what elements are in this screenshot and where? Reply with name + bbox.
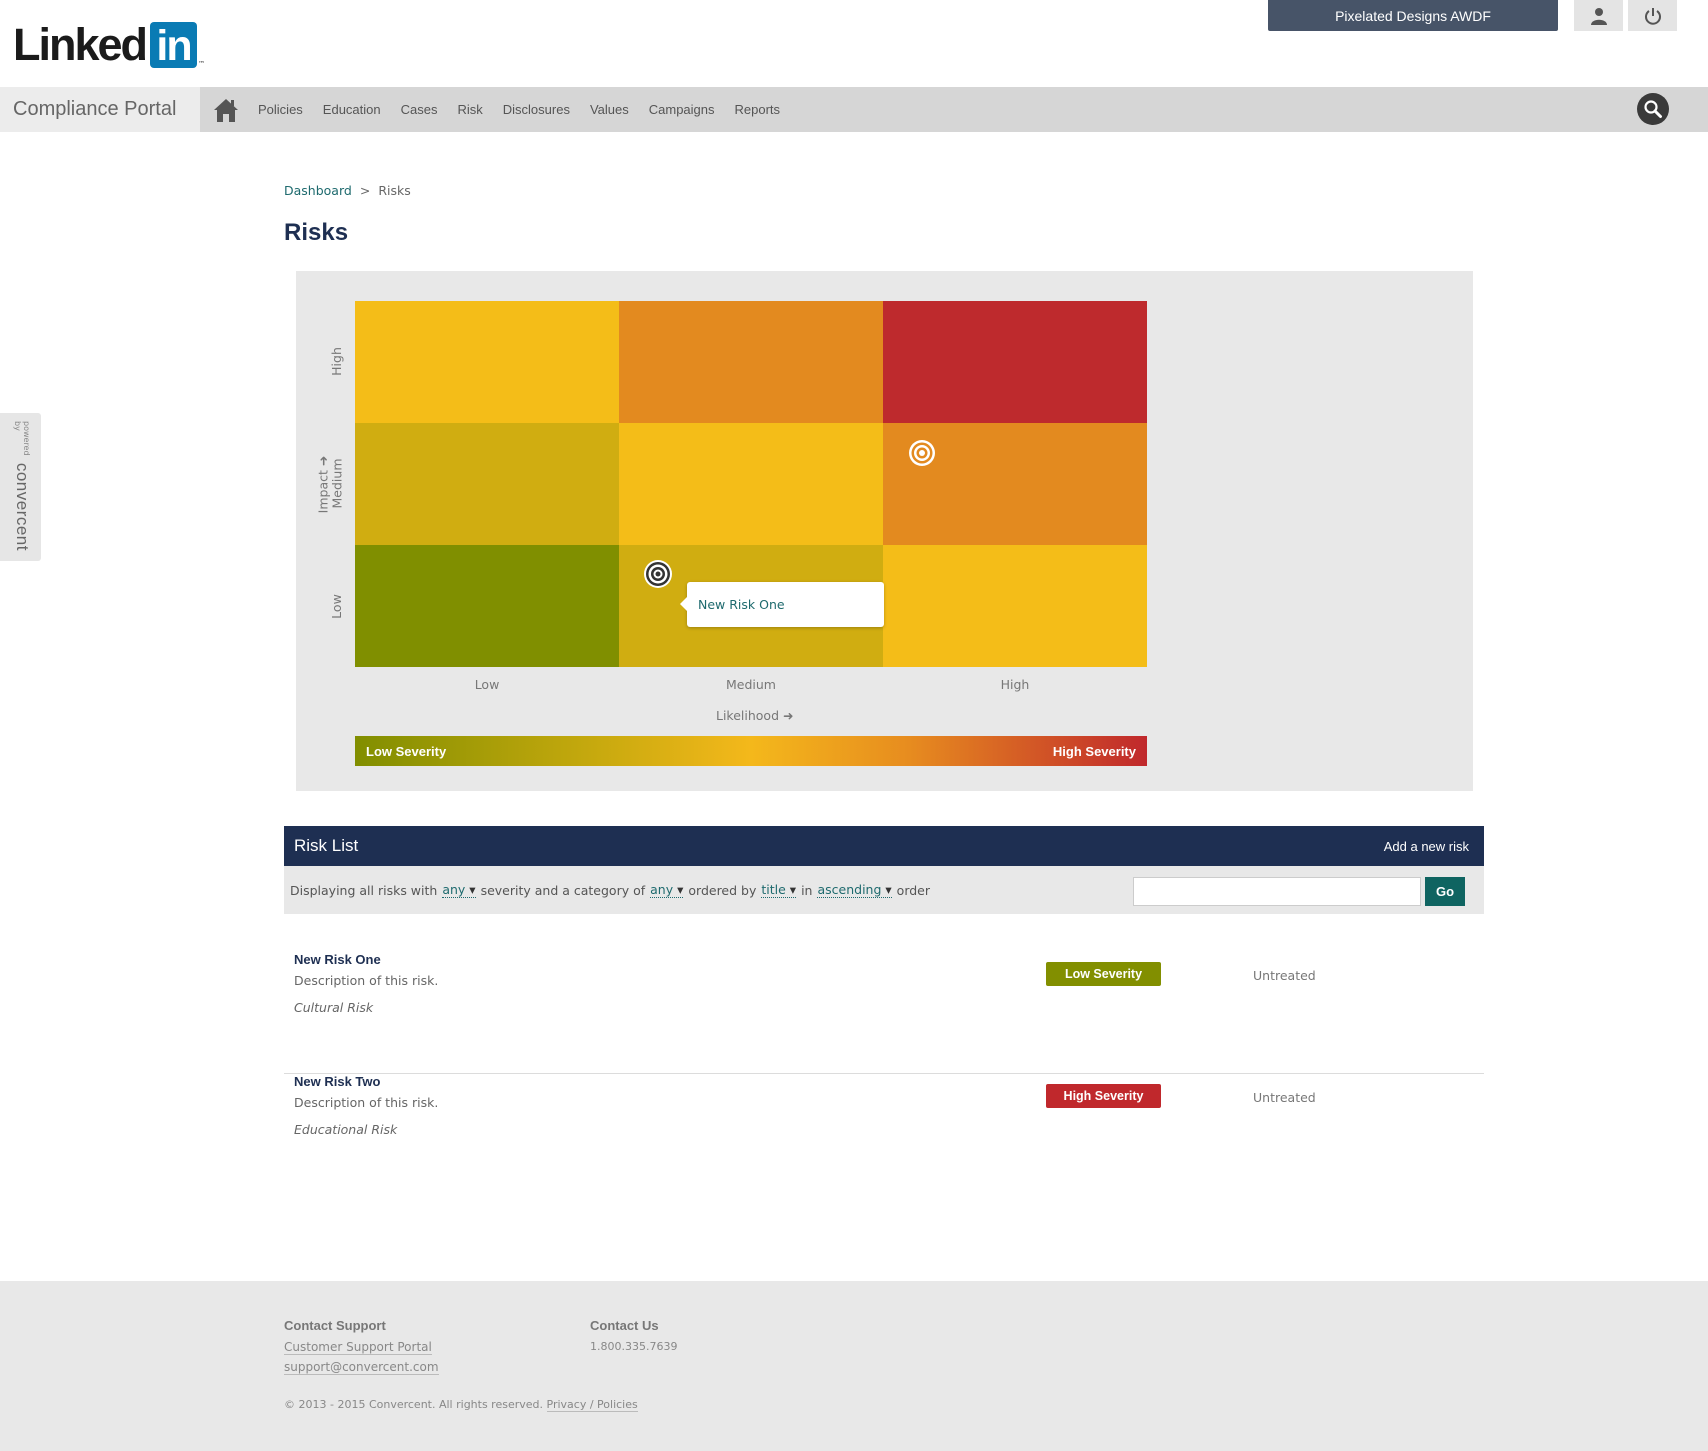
breadcrumb-dashboard[interactable]: Dashboard — [284, 183, 352, 198]
cell-high-high[interactable] — [883, 301, 1147, 423]
risk-category: Cultural Risk — [294, 1000, 374, 1015]
user-icon — [1590, 7, 1607, 25]
powered-by-tab[interactable]: powered by convercent — [0, 413, 41, 561]
portal-title[interactable]: Compliance Portal — [0, 87, 200, 132]
logout-button[interactable] — [1628, 0, 1677, 31]
powered-by-text: powered by convercent — [7, 421, 37, 551]
risk-search-input[interactable] — [1133, 877, 1421, 906]
filter-sentence: Displaying all risks with any severity a… — [290, 882, 930, 898]
main-nav: Compliance Portal Policies Education Cas… — [0, 87, 1708, 132]
risk-marker-target-icon[interactable] — [907, 438, 937, 468]
direction-dropdown[interactable]: ascending — [817, 882, 892, 898]
risk-status: Untreated — [1253, 968, 1316, 983]
home-icon[interactable] — [212, 96, 240, 124]
support-portal-link[interactable]: Customer Support Portal — [284, 1340, 432, 1355]
footer-contact-heading: Contact Us — [590, 1318, 659, 1333]
logo-in-box: in — [150, 22, 198, 70]
y-tick-medium: Medium — [329, 458, 345, 509]
privacy-policies-link[interactable]: Privacy / Policies — [546, 1398, 638, 1412]
risk-filter-bar: Displaying all risks with any severity a… — [284, 866, 1484, 914]
risk-description: Description of this risk. — [294, 1095, 439, 1110]
cell-high-low[interactable] — [355, 301, 619, 423]
y-tick-low: Low — [328, 594, 344, 619]
x-tick-medium: Medium — [726, 677, 776, 692]
footer-phone: 1.800.335.7639 — [590, 1340, 678, 1353]
nav-cases[interactable]: Cases — [401, 102, 438, 117]
breadcrumb-separator: > — [359, 183, 371, 198]
linkedin-logo[interactable]: Linked in ™ — [13, 19, 206, 71]
order-by-dropdown[interactable]: title — [761, 882, 797, 898]
nav-policies[interactable]: Policies — [258, 102, 303, 117]
legend-high-severity: High Severity — [1052, 743, 1136, 759]
nav-items: Policies Education Cases Risk Disclosure… — [248, 87, 790, 132]
nav-disclosures[interactable]: Disclosures — [503, 102, 570, 117]
filter-text-3: ordered by — [688, 882, 757, 898]
filter-text-4: in — [801, 882, 813, 898]
convercent-brand: convercent — [13, 462, 32, 551]
footer: Contact Support Customer Support Portal … — [0, 1281, 1708, 1451]
impact-axis-label: Impact ➜ — [315, 455, 331, 514]
account-button[interactable]: Pixelated Designs AWDF — [1268, 0, 1558, 31]
risk-name[interactable]: New Risk Two — [294, 1074, 380, 1089]
profile-button[interactable] — [1574, 0, 1623, 31]
powered-by-label: powered by — [13, 421, 31, 456]
breadcrumb: Dashboard > Risks — [284, 183, 411, 198]
cell-low-high[interactable] — [883, 545, 1147, 667]
footer-copyright: © 2013 - 2015 Convercent. All rights res… — [284, 1398, 638, 1412]
logo-trademark: ™ — [198, 60, 206, 68]
filter-text-2: severity and a category of — [480, 882, 646, 898]
risk-row[interactable]: New Risk Two Description of this risk. E… — [284, 1074, 1484, 1196]
severity-badge: Low Severity — [1046, 962, 1161, 986]
page-title: Risks — [284, 219, 349, 246]
search-button[interactable] — [1637, 93, 1669, 125]
risk-callout[interactable]: New Risk One — [680, 582, 884, 627]
add-risk-link[interactable]: Add a new risk — [1384, 839, 1469, 854]
filter-text-1: Displaying all risks with — [290, 882, 438, 898]
severity-gradient-legend: Low Severity High Severity — [355, 736, 1147, 766]
cell-medium-medium[interactable] — [619, 423, 883, 545]
nav-values[interactable]: Values — [590, 102, 629, 117]
breadcrumb-current: Risks — [378, 183, 411, 198]
copyright-text: © 2013 - 2015 Convercent. All rights res… — [284, 1398, 544, 1411]
footer-support-heading: Contact Support — [284, 1318, 386, 1333]
x-tick-low: Low — [474, 677, 500, 692]
risk-list-header: Risk List Add a new risk — [284, 826, 1484, 866]
search-icon — [1644, 100, 1662, 118]
y-tick-high: High — [328, 347, 344, 376]
risk-matrix-panel: Impact ➜ High Medium Low Low Medium High… — [296, 271, 1473, 791]
nav-campaigns[interactable]: Campaigns — [649, 102, 715, 117]
risk-description: Description of this risk. — [294, 973, 439, 988]
footer-contact-column: Contact Us 1.800.335.7639 — [590, 1318, 677, 1359]
power-icon — [1644, 7, 1661, 25]
severity-dropdown[interactable]: any — [442, 882, 476, 898]
filter-text-5: order — [896, 882, 931, 898]
go-button[interactable]: Go — [1425, 877, 1465, 906]
cell-low-low[interactable] — [355, 545, 619, 667]
risk-name[interactable]: New Risk One — [294, 952, 381, 967]
risk-marker-active-target-icon[interactable] — [643, 559, 673, 589]
severity-badge: High Severity — [1046, 1084, 1161, 1108]
category-dropdown[interactable]: any — [650, 882, 684, 898]
nav-reports[interactable]: Reports — [735, 102, 781, 117]
x-tick-high: High — [1000, 677, 1030, 692]
risk-status: Untreated — [1253, 1090, 1316, 1105]
legend-low-severity: Low Severity — [366, 743, 447, 759]
risk-row[interactable]: New Risk One Description of this risk. C… — [284, 952, 1484, 1074]
risk-category: Educational Risk — [294, 1122, 398, 1137]
logo-word: Linked — [13, 19, 148, 70]
risk-list-title: Risk List — [294, 836, 359, 855]
cell-high-medium[interactable] — [619, 301, 883, 423]
footer-support-column: Contact Support Customer Support Portal … — [284, 1318, 439, 1380]
support-email-link[interactable]: support@convercent.com — [284, 1360, 439, 1375]
likelihood-axis-label: Likelihood ➜ — [716, 708, 794, 723]
cell-medium-low[interactable] — [355, 423, 619, 545]
nav-risk[interactable]: Risk — [457, 102, 482, 117]
nav-education[interactable]: Education — [323, 102, 381, 117]
